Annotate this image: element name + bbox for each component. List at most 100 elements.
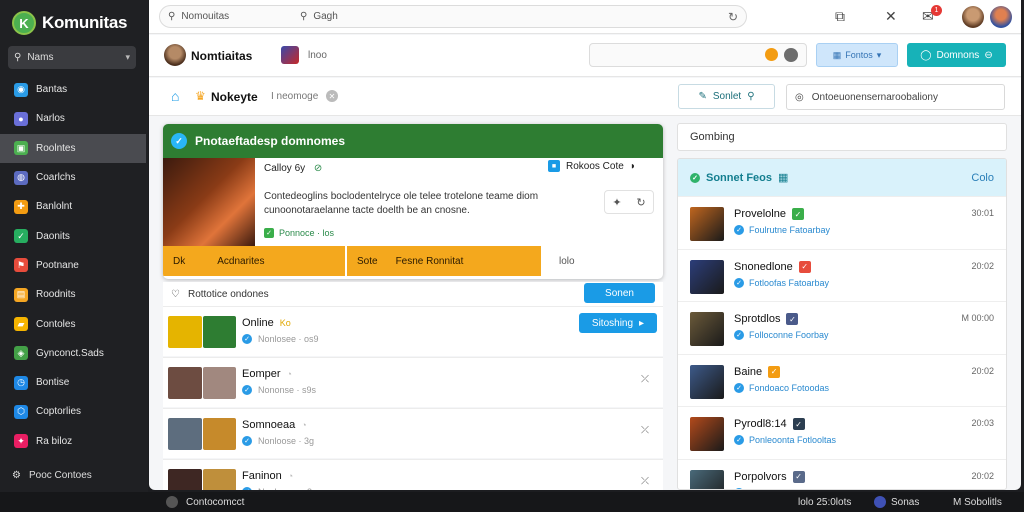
sidebar-item[interactable]: ✚ Banlolnt <box>0 192 148 221</box>
right-panel-title-text: Sonnet Feos <box>706 171 773 184</box>
list-item-action-button[interactable]: Sitoshing ▸ <box>579 313 657 333</box>
sidebar-item[interactable]: ◈ Gynconct.Sads <box>0 339 148 368</box>
sidebar-search[interactable]: ⚲ Nams ▾ <box>8 46 136 69</box>
status-bar: Contocomcct lolo 25:0lots Sonas M Soboli… <box>0 492 1024 512</box>
right-panel-header[interactable]: Gombing <box>677 123 1007 151</box>
feed-item[interactable]: Pyrodl8:14 ✓ ✓ Ponleoonta Fotlooltas 20:03 <box>678 406 1006 459</box>
list-item-meta-text: Nonlosee · os9 <box>258 334 319 344</box>
avatar[interactable] <box>962 6 984 28</box>
sidebar-footer[interactable]: ⚙ Pooc Contoes <box>0 462 148 488</box>
feed-item[interactable]: Baine ✓ ✓ Fondoaco Fotoodas 20:02 <box>678 353 1006 407</box>
reload-icon[interactable]: ↻ <box>728 10 738 24</box>
featured-footer-tab-c[interactable]: lolo <box>541 246 663 276</box>
right-panel-title-right[interactable]: Colo <box>971 172 994 184</box>
image-icon-glyph: ▣ <box>16 142 26 153</box>
featured-description: Contedeoglins boclodentelryce ole telee … <box>264 191 539 216</box>
status-right-1: Sonas <box>891 497 920 508</box>
close-icon[interactable]: ✕ <box>885 8 897 25</box>
status-left: Contocomcct <box>186 497 245 508</box>
user-status-icon <box>874 496 886 508</box>
thumbnail <box>202 316 236 348</box>
feed-item-sub: Fondoaco Fotoodas <box>749 382 830 393</box>
trophy-icon: ♛ <box>195 89 206 103</box>
globe-icon: ◉ <box>14 82 28 97</box>
profile-avatar[interactable] <box>164 44 186 66</box>
feed-item[interactable]: Snonedlone ✓ ✓ Fotloofas Fatoarbay 20:02 <box>678 248 1006 302</box>
sidebar-search-label: Nams <box>27 52 54 63</box>
featured-footer-tab-a[interactable]: Dk Acdnarites <box>163 246 345 276</box>
address-bar[interactable]: ⚲ Nomouitas ⚲ Gagh ↻ <box>159 5 747 28</box>
sidebar-item-label: Daonits <box>36 230 70 242</box>
footer-b-key: Sote <box>357 255 378 267</box>
list-item-action[interactable]: ⤫ <box>641 476 649 487</box>
brand-name: Komunitas <box>42 13 128 32</box>
featured-header: ✓ Pnotaeftadesp domnomes <box>163 124 663 158</box>
sidebar-item[interactable]: ◍ Coarlchs <box>0 163 148 192</box>
refresh-icon[interactable]: ↻ <box>636 196 645 209</box>
header-input[interactable] <box>589 43 807 67</box>
feed-item-name: Provelolne <box>734 208 786 220</box>
featured-footer-tab-b[interactable]: Sote Fesne Ronnitat <box>347 246 541 276</box>
sidebar-item[interactable]: ⬡ Coptorlies <box>0 397 148 426</box>
users-icon: ● <box>14 111 28 126</box>
brand[interactable]: K Komunitas <box>0 0 148 38</box>
sidebar-item[interactable]: ▤ Roodnits <box>0 280 148 309</box>
toolbar-subtitle: I neomoge <box>271 91 319 102</box>
list-header-title: Rottotice ondones <box>187 288 269 300</box>
list-item[interactable]: Faninon ◔ ✓ Nonlosore · 3p ⤫ <box>163 459 663 490</box>
list-item-thumbnails <box>168 469 236 490</box>
feed-thumbnail <box>690 417 724 452</box>
settings-icon: ⚙ <box>12 469 21 481</box>
filter-button[interactable]: ▦ Fontos ▾ <box>816 43 898 67</box>
toolbar-search-field[interactable]: ◎ Ontoeuonensernaroobaliony <box>786 84 1005 110</box>
sidebar-item[interactable]: ◉ Bantas <box>0 75 148 104</box>
primary-button[interactable]: ◯ Domnons ⊖ <box>907 43 1006 67</box>
list-item-action[interactable]: ⤫ <box>641 425 649 436</box>
featured-meta-text: Ponnoce · los <box>279 228 335 238</box>
pin-icon[interactable]: ✦ <box>612 196 621 209</box>
list-item-meta: ✓ Nonlosore · 3p <box>242 487 317 490</box>
list-item[interactable]: Somnoeaa ◔ ✓ Nonloose · 3g ⤫ <box>163 408 663 458</box>
feed-item[interactable]: Sprotdlos ✓ ✓ Folloconne Foorbay M 00:00 <box>678 301 1006 354</box>
page-tag: lnoo <box>308 50 327 61</box>
status-right-2: M Sobolitls <box>953 497 1002 508</box>
sidebar-item[interactable]: ● Narlos <box>0 104 148 133</box>
list-item-action[interactable]: ⤫ <box>641 374 649 385</box>
feed-item[interactable]: Porpolvors ✓ ✓ Ponlotos Fatoarbay 20:02 <box>678 458 1006 489</box>
featured-right-label[interactable]: ■ Rokoos Cote ◗ <box>548 160 636 172</box>
list-item[interactable]: Online Ko ✓ Nonlosee · os9 Sitoshing ▸ <box>163 306 663 356</box>
feed-item-time: 20:02 <box>971 365 994 376</box>
info-icon: ■ <box>548 160 560 172</box>
list-item-name-row: Somnoeaa ◔ <box>242 419 307 431</box>
feed-thumbnail <box>690 364 724 399</box>
chevron-right-icon: ▸ <box>639 317 645 329</box>
badge-icon: ⊘ <box>313 163 323 174</box>
feed-item[interactable]: Provelolne ✓ ✓ Foulrutne Fatoarbay 30:01 <box>678 196 1006 249</box>
sidebar-item[interactable]: ◷ Bontise <box>0 368 148 397</box>
sidebar-item-label: Roodnits <box>36 289 76 301</box>
feed-item-name-row: Porpolvors ✓ <box>734 470 805 483</box>
sidebar-item[interactable]: ▣ Roolntes <box>0 133 146 163</box>
bird-icon: ✓ <box>171 133 187 149</box>
tab-icon[interactable]: ⧉ <box>835 8 845 25</box>
sidebar-item[interactable]: ✓ Daonits <box>0 221 148 250</box>
sidebar-item[interactable]: ▰ Contoles <box>0 309 148 338</box>
list-header-button[interactable]: Sonen <box>584 283 655 303</box>
sidebar-item[interactable]: ✦ Ra biloz <box>0 427 148 456</box>
sidebar-list: ◉ Bantas ● Narlos ▣ Roolntes ◍ Coarlchs ✚ Banloln… <box>0 75 148 456</box>
bookmark-icon: ✦ <box>14 434 28 449</box>
select-button[interactable]: ✎ Sonlet ⚲ <box>678 84 775 109</box>
featured-card[interactable]: ✓ Pnotaeftadesp domnomes Calloy 6y ⊘ ■ R… <box>163 124 663 279</box>
home-icon[interactable]: ⌂ <box>171 88 179 104</box>
feed-item-sub: Ponlotos Fatoarbay <box>749 488 827 489</box>
list-item[interactable]: Eomper ◔ ✓ Nononse · s9s ⤫ <box>163 357 663 407</box>
search-icon: ⚲ <box>747 91 755 102</box>
power-icon: ◗ <box>629 160 636 172</box>
avatar-secondary[interactable] <box>990 6 1012 28</box>
sidebar-item[interactable]: ⚑ Pootnane <box>0 251 148 280</box>
shield-icon: ⬡ <box>14 404 28 419</box>
map-icon: ◈ <box>14 346 28 361</box>
clear-icon[interactable]: ✕ <box>326 90 338 102</box>
address-search-text: Gagh <box>313 11 338 22</box>
featured-right-text: Rokoos Cote <box>566 160 624 172</box>
